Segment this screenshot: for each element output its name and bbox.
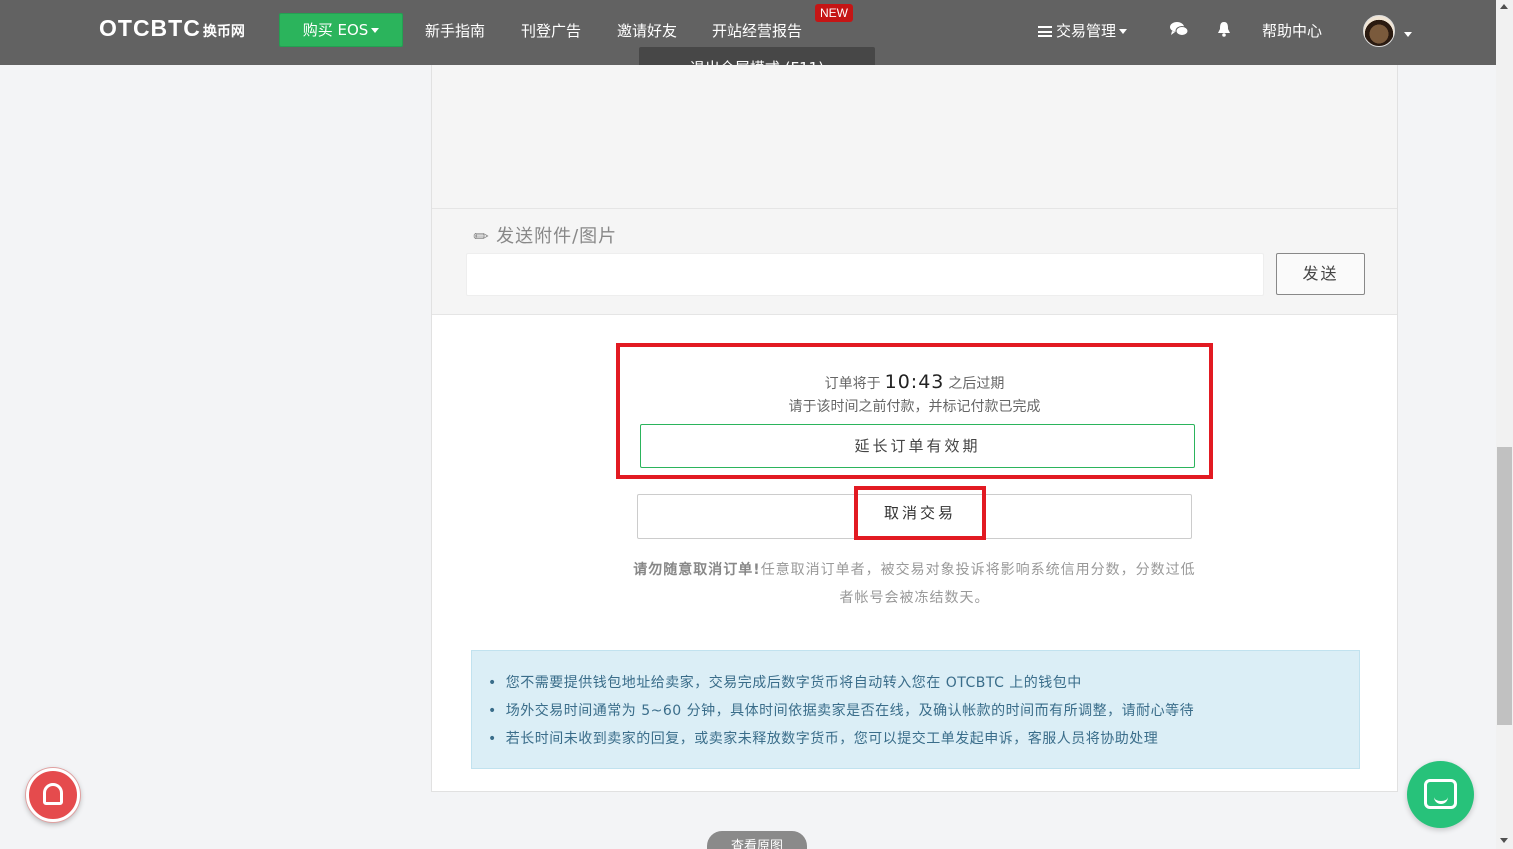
trade-manage-dropdown[interactable]: 交易管理 bbox=[1038, 20, 1128, 41]
scroll-down-icon[interactable] bbox=[1500, 838, 1508, 843]
expire-prefix: 订单将于 bbox=[824, 376, 881, 392]
info-notice-box: 您不需要提供钱包地址给卖家，交易完成后数字货币将自动转入您在 OTCBTC 上的… bbox=[471, 650, 1360, 769]
nav-link-post-ad[interactable]: 刊登广告 bbox=[521, 20, 581, 41]
buy-eos-dropdown[interactable]: 购买 EOS bbox=[279, 13, 403, 47]
expire-suffix: 之后过期 bbox=[948, 376, 1005, 392]
list-item: 若长时间未收到卖家的回复，或卖家未释放数字货币，您可以提交工单发起申诉，客服人员… bbox=[488, 725, 1194, 753]
expire-highlight-box: 订单将于 10:43 之后过期 请于该时间之前付款，并标记付款已完成 延长订单有效期 bbox=[616, 343, 1213, 479]
chat-messages-area[interactable] bbox=[432, 65, 1397, 209]
chevron-down-icon bbox=[371, 28, 380, 33]
new-badge: NEW bbox=[815, 4, 853, 22]
nav-link-guide[interactable]: 新手指南 bbox=[425, 20, 485, 41]
warning-bold: 请勿随意取消订单! bbox=[633, 562, 761, 578]
buy-eos-label: 购买 EOS bbox=[302, 21, 369, 39]
brand-subtitle: 换币网 bbox=[202, 23, 245, 39]
trade-manage-label: 交易管理 bbox=[1056, 22, 1117, 40]
comments-icon[interactable] bbox=[1169, 21, 1189, 41]
warning-text: 任意取消订单者，被交易对象投诉将影响系统信用分数，分数过低者帐号会被冻结数天。 bbox=[760, 562, 1196, 606]
brand-name: OTCBTC bbox=[99, 15, 201, 41]
expire-countdown: 10:43 bbox=[884, 371, 945, 393]
paperclip-icon: ✎ bbox=[468, 223, 496, 250]
cancel-warning: 请勿随意取消订单!任意取消订单者，被交易对象投诉将影响系统信用分数，分数过低者帐… bbox=[632, 556, 1197, 612]
caret-shape bbox=[1404, 32, 1412, 37]
chevron-down-icon bbox=[1119, 29, 1128, 34]
cancel-trade-highlight[interactable]: 取消交易 bbox=[854, 486, 986, 540]
message-input[interactable] bbox=[466, 253, 1264, 296]
bell-shape bbox=[43, 783, 63, 805]
scroll-up-icon[interactable] bbox=[1500, 4, 1508, 9]
avatar[interactable] bbox=[1363, 15, 1395, 47]
order-panel: ✎发送附件/图片 发送 订单将于 10:43 之后过期 请于该时间之前付款，并标记付… bbox=[431, 65, 1398, 792]
chevron-down-icon[interactable] bbox=[1401, 24, 1412, 43]
attach-file-link[interactable]: ✎发送附件/图片 bbox=[469, 222, 618, 249]
send-button[interactable]: 发送 bbox=[1276, 253, 1365, 295]
notification-bell-icon[interactable] bbox=[26, 768, 80, 822]
scrollbar-thumb[interactable] bbox=[1497, 447, 1512, 725]
view-original-button[interactable]: 查看原图 bbox=[707, 831, 807, 849]
page-scrollbar[interactable] bbox=[1496, 0, 1513, 849]
expire-notice: 订单将于 10:43 之后过期 bbox=[620, 371, 1209, 393]
expire-hint: 请于该时间之前付款，并标记付款已完成 bbox=[788, 399, 1041, 415]
list-icon bbox=[1038, 26, 1052, 37]
info-list: 您不需要提供钱包地址给卖家，交易完成后数字货币将自动转入您在 OTCBTC 上的… bbox=[488, 669, 1194, 753]
nav-link-report[interactable]: 开站经营报告 bbox=[712, 20, 802, 41]
bell-icon[interactable] bbox=[1217, 21, 1231, 41]
list-item: 您不需要提供钱包地址给卖家，交易完成后数字货币将自动转入您在 OTCBTC 上的… bbox=[488, 669, 1194, 697]
brand-logo[interactable]: OTCBTC 换币网 bbox=[99, 15, 245, 42]
extend-order-button[interactable]: 延长订单有效期 bbox=[640, 424, 1195, 468]
list-item: 场外交易时间通常为 5~60 分钟，具体时间依据卖家是否在线，及确认帐款的时间而… bbox=[488, 697, 1194, 725]
chat-compose-area: ✎发送附件/图片 发送 bbox=[432, 209, 1397, 315]
nav-link-help[interactable]: 帮助中心 bbox=[1262, 20, 1322, 41]
nav-link-invite[interactable]: 邀请好友 bbox=[617, 20, 677, 41]
attach-label: 发送附件/图片 bbox=[496, 226, 618, 247]
chat-support-icon[interactable] bbox=[1407, 761, 1474, 828]
chat-bubble-shape bbox=[1424, 779, 1457, 809]
